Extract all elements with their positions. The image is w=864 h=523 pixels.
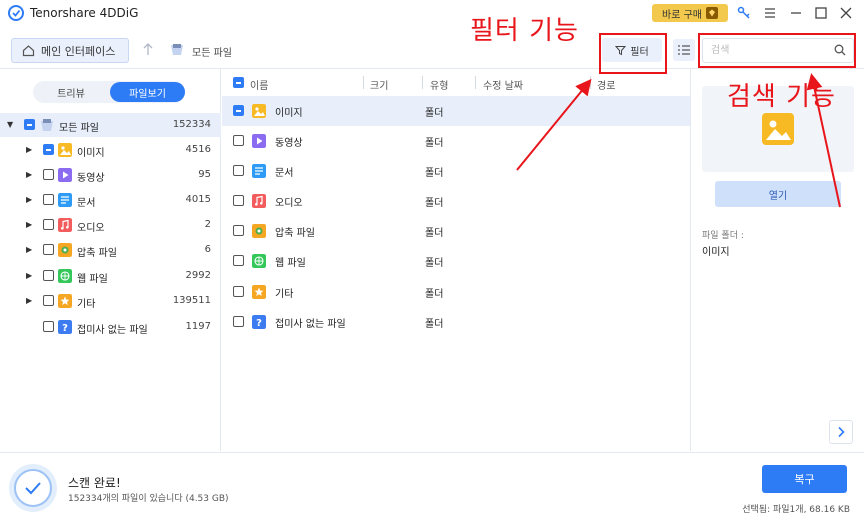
search-arrow — [806, 73, 841, 208]
filter-arrow — [516, 78, 592, 171]
annotation-arrows — [516, 73, 841, 208]
